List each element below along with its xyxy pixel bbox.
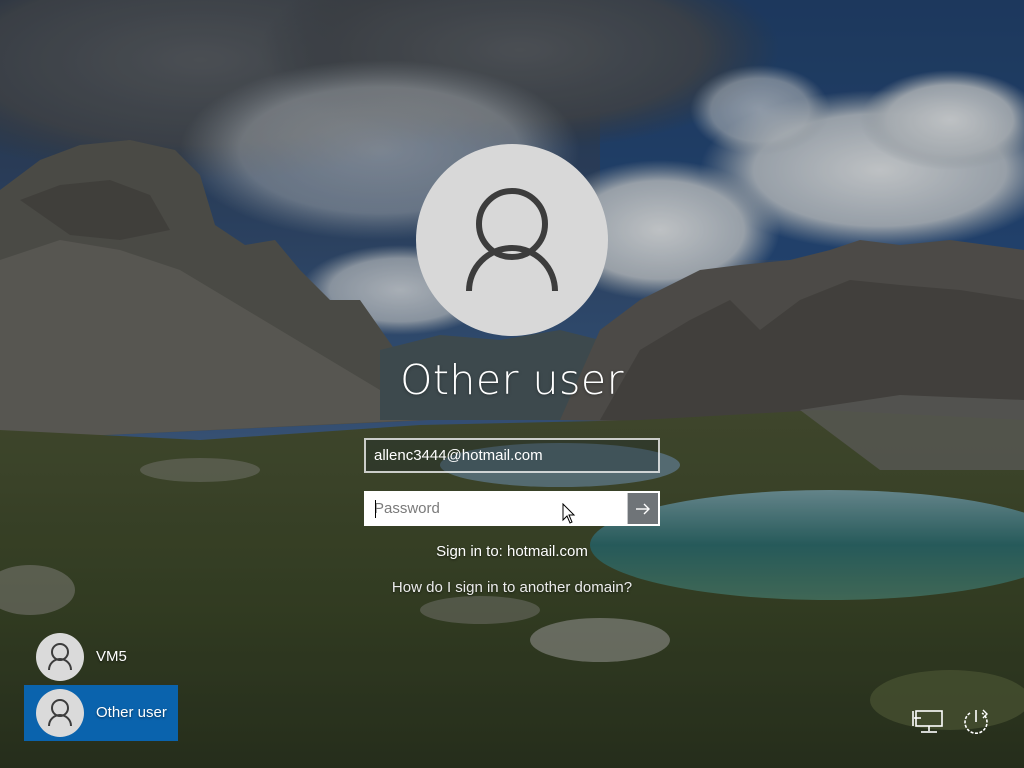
arrow-right-icon [636,503,650,514]
text-caret [375,500,376,518]
network-button[interactable] [910,704,946,740]
user-icon [466,188,558,292]
submit-button[interactable] [627,493,658,524]
user-tile-vm5[interactable]: VM5 [24,629,178,685]
user-icon [48,699,72,727]
power-button[interactable] [958,704,994,740]
lock-screen: Other user Sign in to: hotmail.com How d… [0,0,1024,768]
network-icon [912,710,943,733]
user-tile-label: Other user [96,704,167,721]
password-row [364,491,660,526]
user-tile-other-user[interactable]: Other user [24,685,178,741]
sign-in-to-text: Sign in to: hotmail.com [436,543,588,560]
domain-help-link[interactable]: How do I sign in to another domain? [312,579,712,596]
power-icon [964,709,988,734]
user-icon [48,643,72,671]
user-avatar [416,144,608,336]
tile-avatar [36,633,84,681]
user-title: Other user [400,356,624,404]
tile-avatar [36,689,84,737]
user-tile-label: VM5 [96,648,127,665]
username-field[interactable] [364,438,660,473]
password-field[interactable] [366,493,628,524]
